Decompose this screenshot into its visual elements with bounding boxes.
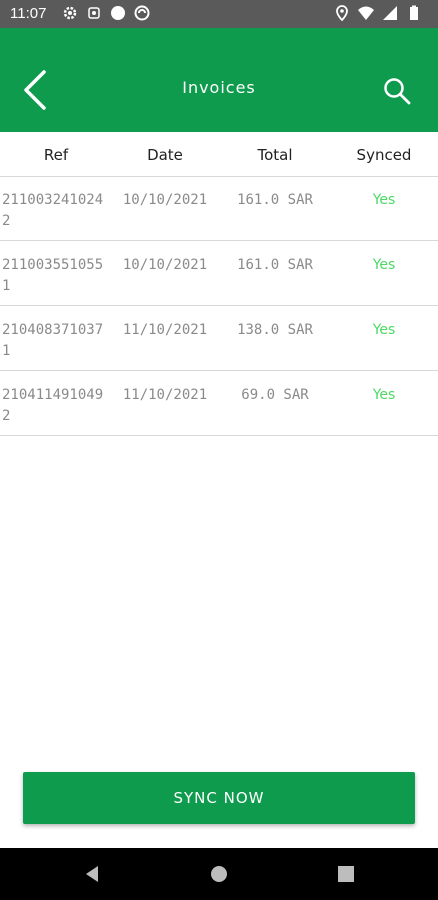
gear-icon — [63, 6, 77, 20]
system-nav-bar — [0, 848, 438, 900]
circle-icon — [111, 6, 125, 20]
invoice-list: 2110032410242 10/10/2021 161.0 SAR Yes 2… — [0, 176, 438, 436]
location-icon — [336, 5, 348, 21]
status-right-icons — [334, 5, 422, 21]
signal-icon — [383, 6, 397, 20]
home-circle-icon[interactable] — [209, 864, 229, 884]
invoice-ref: 2110032410242 — [2, 192, 104, 229]
invoice-ref: 2104083710371 — [2, 322, 104, 359]
column-header-synced[interactable]: Synced — [330, 146, 438, 164]
status-bar: 11:07 — [0, 0, 438, 28]
invoice-ref: 2110035510551 — [2, 257, 104, 294]
invoice-date: 10/10/2021 — [122, 192, 208, 208]
sync-icon — [134, 5, 150, 21]
battery-icon — [410, 5, 418, 20]
page-title: Invoices — [182, 78, 256, 97]
invoice-row[interactable]: 2110035510551 10/10/2021 161.0 SAR Yes — [0, 241, 438, 306]
status-time: 11:07 — [10, 5, 47, 22]
invoice-date: 10/10/2021 — [122, 257, 208, 273]
sync-now-button[interactable]: SYNC NOW — [23, 772, 415, 824]
invoice-synced-status: Yes — [372, 192, 396, 208]
invoice-total: 161.0 SAR — [237, 257, 313, 273]
invoice-total: 161.0 SAR — [237, 192, 313, 208]
notification-icon — [88, 7, 100, 19]
search-icon[interactable] — [382, 76, 412, 106]
wifi-icon — [358, 6, 374, 20]
invoice-date: 11/10/2021 — [122, 387, 208, 403]
column-header-ref[interactable]: Ref — [2, 146, 110, 164]
app-bar: Invoices — [0, 28, 438, 132]
invoice-row[interactable]: 2110032410242 10/10/2021 161.0 SAR Yes — [0, 176, 438, 241]
invoice-total: 69.0 SAR — [241, 387, 309, 403]
back-triangle-icon[interactable] — [82, 864, 102, 884]
invoice-synced-status: Yes — [372, 322, 396, 338]
table-header: Ref Date Total Synced — [0, 132, 438, 177]
column-header-total[interactable]: Total — [220, 146, 330, 164]
status-left-icons — [62, 5, 150, 21]
invoice-synced-status: Yes — [372, 387, 396, 403]
invoice-ref: 2104114910492 — [2, 387, 104, 424]
invoice-total: 138.0 SAR — [237, 322, 313, 338]
invoice-row[interactable]: 2104114910492 11/10/2021 69.0 SAR Yes — [0, 371, 438, 436]
column-header-date[interactable]: Date — [110, 146, 220, 164]
invoice-date: 11/10/2021 — [122, 322, 208, 338]
recents-square-icon[interactable] — [336, 864, 356, 884]
invoice-synced-status: Yes — [372, 257, 396, 273]
invoice-row[interactable]: 2104083710371 11/10/2021 138.0 SAR Yes — [0, 306, 438, 371]
